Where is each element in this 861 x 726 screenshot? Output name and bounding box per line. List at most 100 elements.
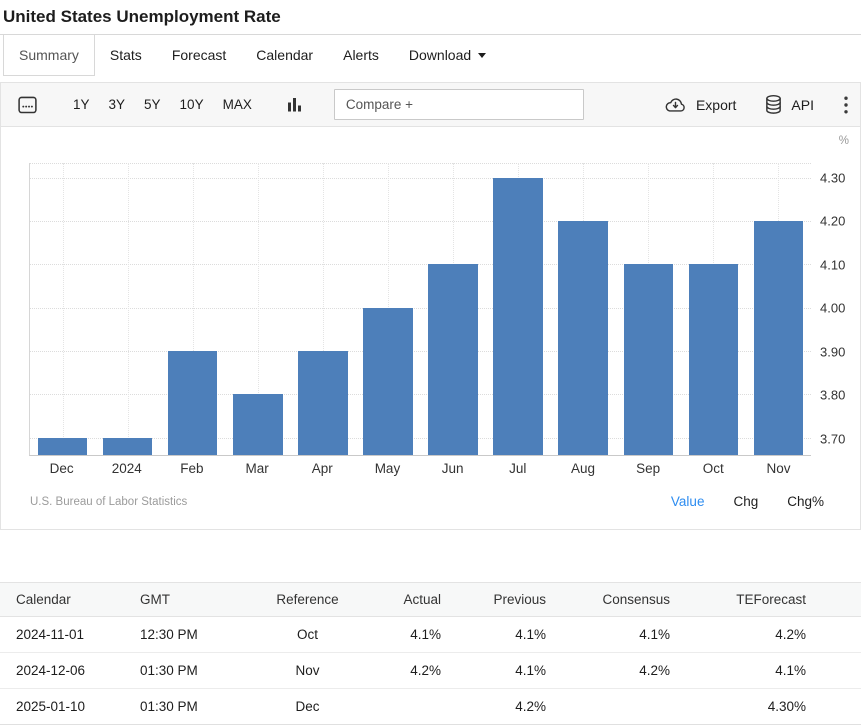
cell-actual: 4.1% [355, 617, 441, 653]
tab-calendar[interactable]: Calendar [241, 35, 328, 76]
cell-reference: Dec [260, 689, 355, 725]
range-max[interactable]: MAX [216, 93, 259, 116]
tab-forecast[interactable]: Forecast [157, 35, 241, 76]
y-axis-tick-label: 4.30 [820, 170, 845, 185]
tab-stats[interactable]: Stats [95, 35, 157, 76]
cell-reference: Nov [260, 653, 355, 689]
tab-label: Forecast [172, 47, 226, 63]
cell-actual [355, 689, 441, 725]
column-chart-icon [287, 96, 302, 113]
chart-panel: 1Y 3Y 5Y 10Y MAX Export API [0, 82, 861, 530]
compare-input[interactable] [334, 89, 584, 120]
export-label: Export [696, 97, 736, 113]
tab-label: Stats [110, 47, 142, 63]
bar-column [746, 163, 811, 455]
series-link-chg[interactable]: Chg [733, 494, 758, 509]
table-header-row: Calendar GMT Reference Actual Previous C… [0, 583, 861, 617]
x-axis-label: 2024 [94, 461, 159, 476]
bar-column [486, 163, 551, 455]
export-button[interactable]: Export [657, 91, 742, 118]
table-row: 2024-12-06 01:30 PM Nov 4.2% 4.1% 4.2% 4… [0, 653, 861, 689]
tab-summary[interactable]: Summary [3, 35, 95, 76]
bar-columns [30, 163, 811, 455]
cloud-download-icon [663, 95, 688, 114]
bar-column [225, 163, 290, 455]
col-header-consensus: Consensus [546, 583, 670, 617]
tab-label: Summary [19, 47, 79, 63]
chart-footer: U.S. Bureau of Labor Statistics Value Ch… [1, 476, 860, 529]
x-axis-label: May [355, 461, 420, 476]
y-axis-tick-label: 4.10 [820, 257, 845, 272]
range-5y[interactable]: 5Y [137, 93, 168, 116]
calendar-range-button[interactable] [11, 90, 44, 119]
bar-column [160, 163, 225, 455]
bar-column [616, 163, 681, 455]
col-header-reference: Reference [260, 583, 355, 617]
bar-feb [168, 351, 217, 455]
y-axis-unit: % [1, 135, 860, 151]
bar-column [551, 163, 616, 455]
bar-apr [298, 351, 347, 455]
source-attribution: U.S. Bureau of Labor Statistics [30, 496, 187, 508]
cell-previous: 4.1% [441, 653, 546, 689]
bar-aug [558, 221, 607, 455]
chart-type-button[interactable] [281, 92, 308, 117]
bar-column [420, 163, 485, 455]
tab-download[interactable]: Download [394, 35, 501, 76]
x-axis: Dec2024FebMarAprMayJunJulAugSepOctNov [29, 461, 811, 476]
api-label: API [791, 97, 814, 113]
range-3y[interactable]: 3Y [102, 93, 133, 116]
cell-gmt: 12:30 PM [140, 617, 260, 653]
series-link-value[interactable]: Value [671, 494, 705, 509]
series-link-chgpct[interactable]: Chg% [787, 494, 824, 509]
x-axis-label: Jul [485, 461, 550, 476]
cell-consensus: 4.1% [546, 617, 670, 653]
tab-alerts[interactable]: Alerts [328, 35, 394, 76]
cell-previous: 4.1% [441, 617, 546, 653]
kebab-menu-button[interactable] [836, 92, 848, 118]
bar-2024 [103, 438, 152, 455]
cell-previous: 4.2% [441, 689, 546, 725]
series-mode-links: Value Chg Chg% [671, 494, 824, 509]
x-axis-label: Apr [290, 461, 355, 476]
bar-may [363, 308, 412, 455]
cell-calendar: 2024-11-01 [0, 617, 140, 653]
tab-label: Download [409, 47, 471, 63]
x-axis-label: Mar [225, 461, 290, 476]
y-axis: 4.30 4.20 4.10 4.00 3.90 3.80 3.70 [811, 163, 860, 456]
bar-chart: % 4.30 4.20 4.10 4.00 3.90 3.80 3.70 Dec2024Fe… [1, 127, 860, 529]
cell-reference: Oct [260, 617, 355, 653]
y-axis-tick-label: 4.00 [820, 301, 845, 316]
col-header-previous: Previous [441, 583, 546, 617]
database-icon [764, 94, 783, 115]
calendar-table-section: Calendar GMT Reference Actual Previous C… [0, 582, 861, 725]
x-axis-label: Oct [681, 461, 746, 476]
y-axis-tick-label: 3.70 [820, 431, 845, 446]
bar-sep [624, 264, 673, 455]
calendar-table: Calendar GMT Reference Actual Previous C… [0, 582, 861, 725]
bar-column [95, 163, 160, 455]
y-axis-tick-label: 4.20 [820, 214, 845, 229]
col-header-actual: Actual [355, 583, 441, 617]
range-10y[interactable]: 10Y [173, 93, 211, 116]
kebab-menu-icon [844, 96, 848, 114]
cell-calendar: 2025-01-10 [0, 689, 140, 725]
bar-column [681, 163, 746, 455]
api-button[interactable]: API [758, 90, 820, 119]
calendar-icon [17, 94, 38, 115]
range-1y[interactable]: 1Y [66, 93, 97, 116]
bar-column [355, 163, 420, 455]
x-axis-label: Dec [29, 461, 94, 476]
cell-actual: 4.2% [355, 653, 441, 689]
bar-column [290, 163, 355, 455]
y-axis-tick-label: 3.90 [820, 344, 845, 359]
tab-label: Calendar [256, 47, 313, 63]
x-axis-label: Aug [550, 461, 615, 476]
y-axis-tick-label: 3.80 [820, 388, 845, 403]
bar-dec [38, 438, 87, 455]
page-title: United States Unemployment Rate [0, 0, 861, 34]
chevron-down-icon [478, 53, 486, 58]
x-axis-label: Sep [616, 461, 681, 476]
cell-consensus: 4.2% [546, 653, 670, 689]
cell-teforecast: 4.2% [670, 617, 861, 653]
